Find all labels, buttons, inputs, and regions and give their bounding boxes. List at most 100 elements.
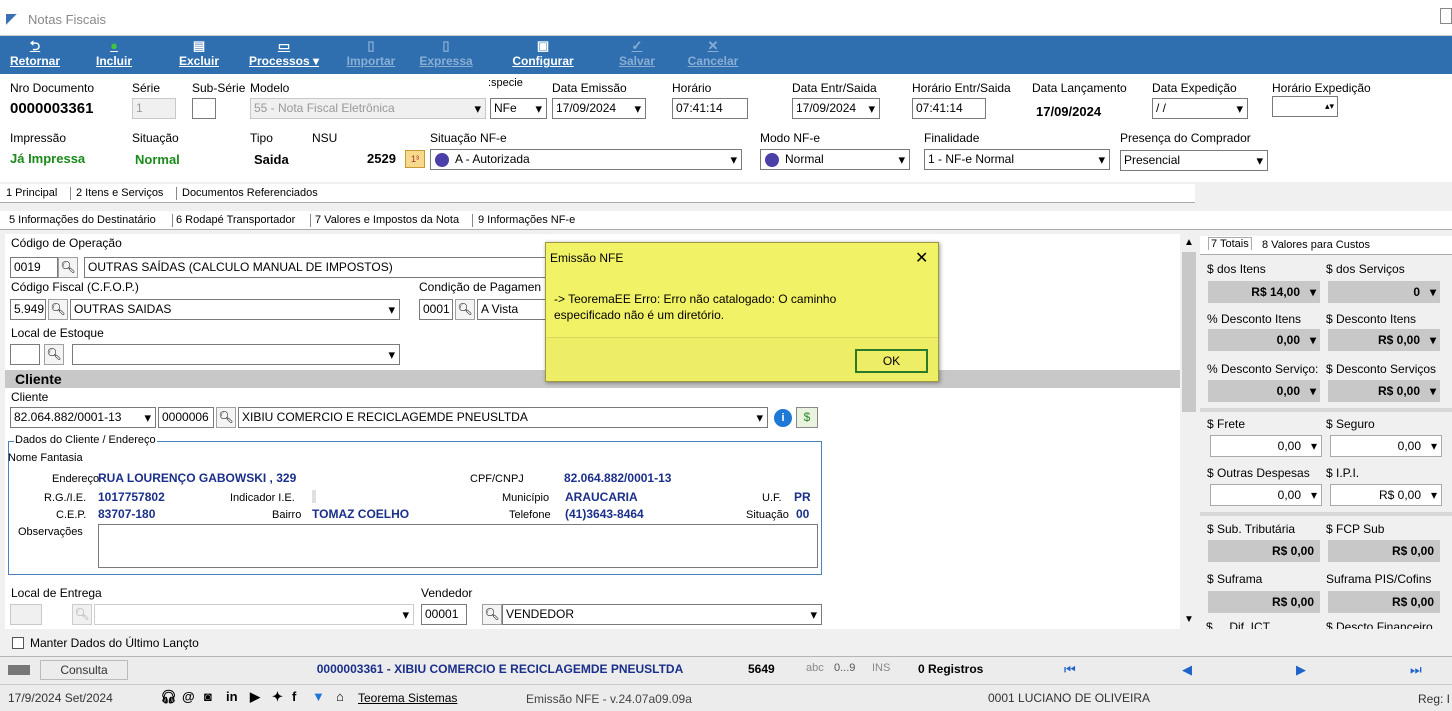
main-toolbar: ⮌ Retornar ● Incluir ▤ Excluir ▭ Processos ▾… <box>0 36 1452 74</box>
processos-button[interactable]: ▭ Processos ▾ <box>244 38 324 72</box>
seguro-field[interactable]: 0,00 ▾ <box>1330 435 1442 457</box>
tab-valores-custos[interactable]: 8 Valores para Custos <box>1262 239 1370 251</box>
outras-despesas-field[interactable]: 0,00 ▾ <box>1210 484 1322 506</box>
tab-totais[interactable]: 7 Totais <box>1208 237 1252 250</box>
cancelar-button[interactable]: ✕ Cancelar <box>682 38 744 72</box>
cfop-desc-select[interactable]: OUTRAS SAIDAS <box>70 299 400 320</box>
observacoes-field[interactable] <box>98 524 818 568</box>
data-emissao-field[interactable]: 17/09/2024 <box>552 98 646 119</box>
youtube-icon[interactable]: ▶ <box>250 689 260 705</box>
prev-record-icon[interactable]: ◀ <box>1182 662 1192 678</box>
manter-checkbox[interactable] <box>12 637 24 649</box>
scroll-up-icon[interactable]: ▲ <box>1184 237 1194 248</box>
search-icon[interactable]: 🔍︎ <box>58 257 78 278</box>
vendedor-code-field[interactable]: 00001 <box>421 604 467 625</box>
finalidade-label: Finalidade <box>924 131 980 145</box>
search-icon[interactable]: 🔍︎ <box>482 604 502 625</box>
data-entr-field[interactable]: 17/09/2024 <box>792 98 880 119</box>
seguro-label: $ Seguro <box>1326 417 1375 431</box>
horario-exp-field[interactable]: ▴▾ <box>1272 96 1338 117</box>
desc-serv-pct-value[interactable]: 0,00 ▾ <box>1208 380 1320 402</box>
finalidade-select[interactable]: 1 - NF-e Normal <box>924 149 1110 170</box>
importar-button[interactable]: ▯ Importar <box>340 38 402 72</box>
subserie-field[interactable] <box>192 98 216 119</box>
data-exp-field[interactable]: / / <box>1152 98 1248 119</box>
ok-button[interactable]: OK <box>855 349 928 373</box>
cliente-situacao-value: 00 <box>796 507 810 521</box>
cliente-code-field[interactable]: 0000006 <box>158 407 214 428</box>
tab-informacoes-nfe[interactable]: 9 Informações NF-e <box>478 214 575 226</box>
facebook-icon[interactable]: f <box>292 689 296 704</box>
cliente-label: Cliente <box>11 390 49 404</box>
dos-itens-value[interactable]: R$ 14,00 ▾ <box>1208 281 1320 303</box>
money-bag-icon[interactable]: $ <box>796 407 818 428</box>
company-link[interactable]: Teorema Sistemas <box>358 691 457 705</box>
incluir-button[interactable]: ● Incluir <box>84 38 144 72</box>
situacao-label: Situação <box>132 131 179 145</box>
last-record-icon[interactable]: ⏭ <box>1410 662 1422 678</box>
tab-principal[interactable]: 1 Principal <box>6 187 57 199</box>
search-icon[interactable]: 🔍︎ <box>44 344 64 365</box>
tab-rodape-transportador[interactable]: 6 Rodapé Transportador <box>176 214 295 226</box>
home-icon[interactable]: ⌂ <box>336 689 344 704</box>
cliente-nome-select[interactable]: XIBIU COMERCIO E RECICLAGEMDE PNEUSLTDA <box>238 407 768 428</box>
info-icon[interactable]: i <box>774 409 792 427</box>
instagram-icon[interactable]: ◙ <box>204 689 212 704</box>
scroll-thumb[interactable] <box>1182 252 1196 412</box>
excluir-button[interactable]: ▤ Excluir <box>170 38 228 72</box>
serie-field[interactable]: 1 <box>132 98 176 119</box>
twitter-icon[interactable]: ✦ <box>272 689 283 705</box>
retornar-button[interactable]: ⮌ Retornar <box>6 38 64 72</box>
situacao-nfe-select[interactable]: A - Autorizada <box>430 149 742 170</box>
keyboard-icon[interactable] <box>8 665 30 675</box>
cond-pag-desc-field[interactable]: A Vista <box>477 299 547 320</box>
modelo-select[interactable]: 55 - Nota Fiscal Eletrônica <box>250 98 486 119</box>
window-control[interactable] <box>1440 8 1452 24</box>
cod-oper-field[interactable]: 0019 <box>10 257 58 278</box>
headset-icon[interactable]: 🎧︎ <box>160 689 177 705</box>
cliente-cnpj-select[interactable]: 82.064.882/0001-13 <box>10 407 156 428</box>
horario-field[interactable]: 07:41:14 <box>672 98 748 119</box>
ipi-field[interactable]: R$ 0,00 ▾ <box>1330 484 1442 506</box>
linkedin-icon[interactable]: in <box>226 689 238 704</box>
search-icon[interactable]: 🔍︎ <box>72 604 92 625</box>
first-record-icon[interactable]: ⏮ <box>1064 662 1076 678</box>
configurar-button[interactable]: ▣ Configurar <box>505 38 581 72</box>
local-entrega-field[interactable] <box>10 604 42 625</box>
local-estoque-field[interactable] <box>10 344 40 365</box>
tab-documentos-referenciados[interactable]: Documentos Referenciados <box>182 187 318 199</box>
salvar-button[interactable]: ✓ Salvar <box>612 38 662 72</box>
email-icon[interactable]: @ <box>182 689 195 704</box>
search-icon[interactable]: 🔍︎ <box>216 407 236 428</box>
cfop-field[interactable]: 5.949 <box>10 299 46 320</box>
desc-itens-pct-value[interactable]: 0,00 ▾ <box>1208 329 1320 351</box>
suframa-pis-label: Suframa PIS/Cofins <box>1326 572 1432 586</box>
presenca-select[interactable]: Presencial <box>1120 150 1268 171</box>
modo-nfe-select[interactable]: Normal <box>760 149 910 170</box>
scroll-down-icon[interactable]: ▼ <box>1184 614 1194 625</box>
frete-field[interactable]: 0,00 ▾ <box>1210 435 1322 457</box>
tab-valores-impostos[interactable]: 7 Valores e Impostos da Nota <box>315 214 459 226</box>
desc-serv-value[interactable]: R$ 0,00 ▾ <box>1328 380 1440 402</box>
desc-itens-label: $ Desconto Itens <box>1326 312 1417 326</box>
vertical-scrollbar[interactable]: ▲ ▼ <box>1181 234 1197 629</box>
cod-oper-desc-field[interactable]: OUTRAS SAÍDAS (CALCULO MANUAL DE IMPOSTO… <box>84 257 554 278</box>
local-entrega-select[interactable] <box>94 604 414 625</box>
expressa-button[interactable]: ▯ Expressa <box>408 38 484 72</box>
tab-itens-servicos[interactable]: 2 Itens e Serviços <box>76 187 163 199</box>
desc-serv-label: $ Desconto Serviços <box>1326 362 1437 376</box>
close-icon[interactable]: ✕ <box>915 248 928 268</box>
tab-informacoes-destinatario[interactable]: 5 Informações do Destinatário <box>9 214 156 226</box>
next-record-icon[interactable]: ▶ <box>1296 662 1306 678</box>
dos-servicos-value[interactable]: 0 ▾ <box>1328 281 1440 303</box>
desc-itens-value[interactable]: R$ 0,00 ▾ <box>1328 329 1440 351</box>
spinner-icon[interactable]: ▴▾ <box>1325 97 1334 116</box>
nsu-refresh-icon[interactable]: 1³ <box>405 150 425 168</box>
cond-pag-field[interactable]: 0001 <box>419 299 453 320</box>
especie-select[interactable]: NFe <box>490 98 547 119</box>
local-estoque-select[interactable] <box>72 344 400 365</box>
horario-entr-field[interactable]: 07:41:14 <box>912 98 986 119</box>
search-icon[interactable]: 🔍︎ <box>48 299 68 320</box>
vendedor-select[interactable]: VENDEDOR <box>502 604 822 625</box>
search-icon[interactable]: 🔍︎ <box>455 299 475 320</box>
